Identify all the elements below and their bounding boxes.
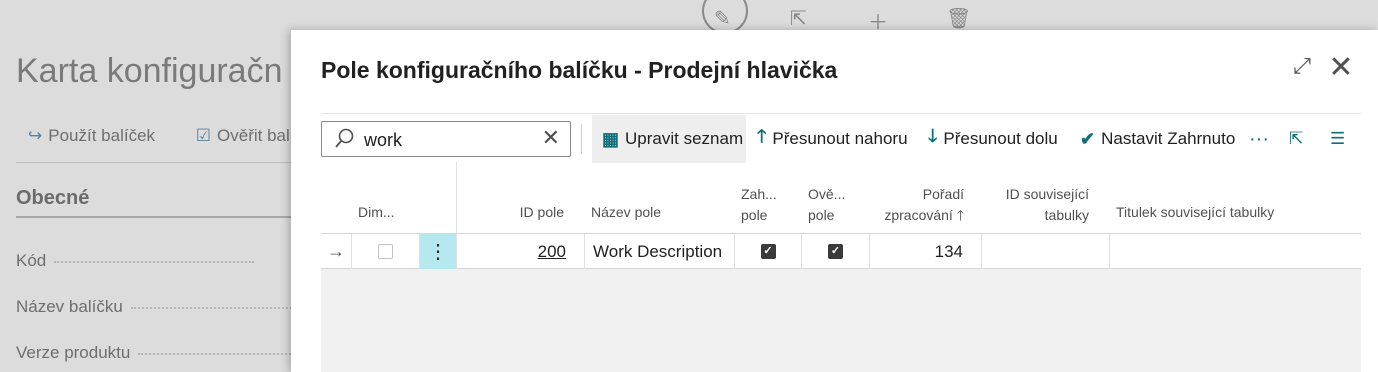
move-down-label: Přesunout dolu: [943, 129, 1058, 148]
background-divider: [16, 162, 296, 163]
trash-icon: 🗑: [946, 6, 972, 30]
grid-empty-area: [321, 269, 1361, 372]
column-include-line2: pole: [741, 207, 768, 223]
apply-package-action: ↪ Použít balíček: [28, 126, 173, 145]
column-validate-line1: Ově...: [808, 186, 846, 202]
close-icon[interactable]: ✕: [1327, 50, 1355, 85]
row-selected-arrow-icon: →: [321, 234, 352, 269]
edit-list-button[interactable]: ▦ Upravit seznam: [592, 115, 746, 163]
column-field-id[interactable]: ID pole: [491, 202, 564, 223]
clear-search-icon[interactable]: ✕: [542, 126, 560, 151]
processing-order-cell[interactable]: 134: [870, 234, 982, 269]
related-table-caption-cell[interactable]: [1110, 234, 1361, 269]
column-related-id-line1: ID související: [1005, 186, 1089, 202]
column-validate-field[interactable]: Ově... pole: [808, 184, 864, 226]
dialog-title: Pole konfiguračního balíčku - Prodejní h…: [321, 57, 838, 83]
fields-grid: Dim... ID pole Název pole Zah... pole Ově…: [321, 162, 1361, 372]
list-view-icon[interactable]: ☰: [1330, 115, 1354, 163]
apply-package-label: Použít balíček: [48, 126, 156, 145]
row-actions-menu-icon[interactable]: ⋮: [420, 234, 457, 269]
search-field[interactable]: ✕: [321, 121, 571, 157]
column-dimension[interactable]: Dim...: [358, 202, 395, 223]
move-down-button[interactable]: 🡓 Přesunout dolu: [928, 115, 1071, 163]
column-related-table-id[interactable]: ID související tabulky: [981, 184, 1089, 226]
move-up-button[interactable]: 🡑 Přesunout nahoru: [757, 115, 917, 163]
background-page-title: Karta konfiguračn: [16, 52, 283, 90]
column-include-line1: Zah...: [741, 186, 777, 202]
validate-icon: ☑: [195, 126, 212, 145]
include-field-checkbox[interactable]: ✓: [760, 244, 776, 259]
validate-field-cell[interactable]: ✓: [802, 234, 870, 269]
field-id-cell[interactable]: 200: [457, 234, 585, 269]
check-circle-icon: ✔: [1080, 128, 1096, 149]
expand-icon[interactable]: ⤢: [1288, 54, 1316, 82]
arrow-up-icon: 🡑: [757, 126, 767, 146]
column-validate-line2: pole: [808, 207, 835, 223]
more-options-button[interactable]: ···: [1249, 115, 1273, 163]
set-included-label: Nastavit Zahrnuto: [1101, 129, 1236, 148]
column-related-id-line2: tabulky: [1044, 207, 1089, 223]
related-table-id-cell[interactable]: [982, 234, 1110, 269]
column-related-table-caption[interactable]: Titulek související tabulky: [1116, 202, 1274, 223]
field-label: Kód: [16, 251, 47, 270]
search-icon: [335, 128, 354, 148]
column-processing-order[interactable]: Pořadí zpracování 🡑: [871, 184, 964, 226]
column-order-line2: zpracování 🡑: [871, 205, 964, 226]
background-section-title: Obecné: [16, 187, 90, 209]
field-name-cell[interactable]: Work Description: [585, 234, 735, 269]
field-leader: [54, 260, 255, 263]
apply-icon: ↪: [28, 126, 43, 145]
move-up-label: Přesunout nahoru: [772, 129, 908, 148]
share-icon: ⇱: [790, 6, 807, 30]
background-field-product-version: Verze produktu: [16, 343, 339, 363]
column-order-line1: Pořadí: [922, 186, 964, 202]
table-row[interactable]: → ⋮ 200 Work Description ✓ ✓ 134: [321, 234, 1361, 269]
sort-ascending-icon: 🡑: [956, 207, 964, 223]
set-included-button[interactable]: ✔ Nastavit Zahrnuto: [1080, 115, 1240, 163]
arrow-down-icon: 🡓: [928, 126, 938, 146]
dimension-checkbox[interactable]: [378, 244, 393, 259]
edit-list-icon: ▦: [602, 128, 620, 149]
column-field-name[interactable]: Název pole: [591, 202, 661, 223]
include-field-cell[interactable]: ✓: [735, 234, 802, 269]
background-section-underline: [16, 216, 296, 218]
background-field-package-name: Název balíčku: [16, 297, 331, 317]
dimension-cell[interactable]: [352, 234, 420, 269]
share-icon[interactable]: ⇱: [1289, 115, 1313, 163]
field-label: Název balíčku: [16, 297, 123, 316]
column-order-label: zpracování: [884, 207, 953, 223]
config-package-fields-dialog: Pole konfiguračního balíčku - Prodejní h…: [291, 30, 1378, 372]
grid-header: Dim... ID pole Název pole Zah... pole Ově…: [321, 162, 1361, 234]
validate-field-checkbox[interactable]: ✓: [828, 244, 843, 259]
title-separator: [321, 113, 1361, 114]
toolbar-separator: [581, 124, 582, 154]
search-input[interactable]: [364, 128, 534, 152]
edit-list-label: Upravit seznam: [625, 129, 744, 148]
background-field-code: Kód: [16, 251, 255, 271]
column-include-field[interactable]: Zah... pole: [741, 184, 797, 226]
pencil-icon: ✎: [714, 6, 731, 30]
field-label: Verze produktu: [16, 343, 131, 362]
